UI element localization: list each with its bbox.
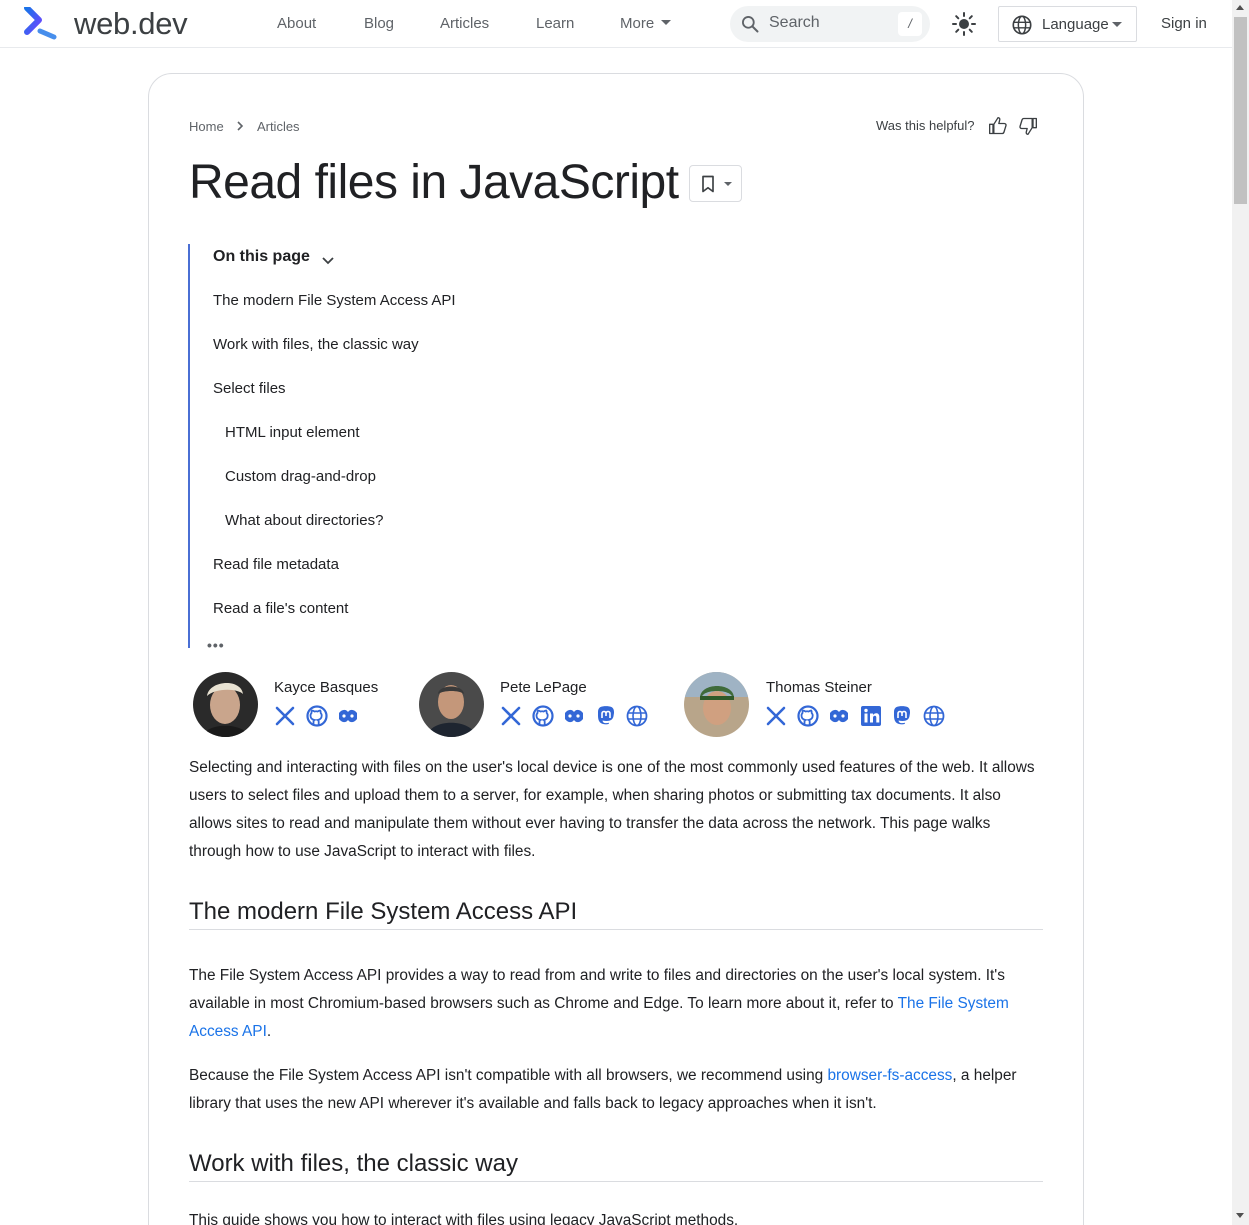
nav-blog[interactable]: Blog (364, 15, 394, 32)
scroll-thumb[interactable] (1234, 17, 1247, 204)
bookmark-icon (702, 175, 714, 193)
toc-item-directories[interactable]: What about directories? (225, 512, 383, 529)
chevron-down-icon (1112, 22, 1122, 27)
toc-more-button[interactable]: ••• (207, 637, 225, 653)
language-select[interactable]: Language (998, 6, 1137, 42)
nav-learn[interactable]: Learn (536, 15, 574, 32)
chevron-down-icon (724, 182, 732, 186)
search-shortcut-key: / (898, 12, 922, 36)
paragraph-text: Because the File System Access API isn't… (189, 1067, 828, 1084)
toc-heading[interactable]: On this page (213, 248, 310, 266)
heading-divider (189, 929, 1043, 930)
nav-more-label: More (620, 15, 655, 32)
search-input[interactable]: Search / (730, 6, 930, 42)
table-of-contents: On this page The modern File System Acce… (188, 244, 588, 653)
breadcrumb-articles[interactable]: Articles (257, 119, 300, 134)
linkedin-icon[interactable] (860, 705, 882, 727)
x-icon[interactable] (765, 705, 787, 727)
language-label: Language (1042, 16, 1109, 33)
page-title: Read files in JavaScript (189, 156, 679, 209)
top-header: web.dev About Blog Articles Learn More S… (0, 0, 1232, 48)
search-icon (742, 16, 759, 33)
breadcrumb: Home Articles (189, 118, 300, 134)
toc-item-drag-drop[interactable]: Custom drag-and-drop (225, 468, 376, 485)
author-name: Pete LePage (500, 679, 587, 696)
paragraph-text: The File System Access API provides a wa… (189, 967, 1005, 1012)
globe-icon (1012, 15, 1032, 35)
sign-in-button[interactable]: Sign in (1161, 15, 1207, 32)
x-icon[interactable] (500, 705, 522, 727)
avatar[interactable] (419, 672, 484, 737)
glitch-icon[interactable] (828, 705, 850, 727)
bookmark-button[interactable] (689, 165, 742, 202)
mastodon-icon[interactable] (595, 705, 617, 727)
author-name: Thomas Steiner (766, 679, 872, 696)
toc-item-file-system-access[interactable]: The modern File System Access API (213, 292, 456, 309)
x-icon[interactable] (274, 705, 296, 727)
feedback-question: Was this helpful? (876, 118, 975, 133)
chevron-down-icon[interactable] (321, 254, 335, 268)
glitch-icon[interactable] (563, 705, 585, 727)
paragraph-text: . (266, 1023, 272, 1040)
intro-paragraph: Selecting and interacting with files on … (189, 759, 1035, 860)
nav-about[interactable]: About (277, 15, 316, 32)
globe-icon[interactable] (923, 705, 945, 727)
thumb-up-icon[interactable] (988, 116, 1008, 136)
avatar[interactable] (193, 672, 258, 737)
chevron-down-icon (661, 20, 672, 25)
site-name[interactable]: web.dev (74, 6, 188, 42)
paragraph-classic-intro: This guide shows you how to interact wit… (189, 1212, 739, 1225)
github-icon[interactable] (531, 705, 554, 727)
globe-icon[interactable] (626, 705, 648, 727)
web-dev-logo[interactable] (24, 7, 58, 41)
toc-item-metadata[interactable]: Read file metadata (213, 556, 339, 573)
scroll-down-arrow-icon[interactable] (1236, 1213, 1244, 1218)
toc-item-classic-way[interactable]: Work with files, the classic way (213, 336, 419, 353)
paragraph-file-system-access: The File System Access API provides a wa… (189, 962, 1045, 1046)
search-placeholder: Search (769, 14, 820, 31)
scroll-up-arrow-icon[interactable] (1236, 5, 1244, 10)
theme-toggle-icon[interactable] (950, 10, 978, 38)
author-name: Kayce Basques (274, 679, 379, 696)
heading-file-system-access: The modern File System Access API (189, 898, 578, 925)
thumb-down-icon[interactable] (1018, 116, 1038, 136)
nav-articles[interactable]: Articles (440, 15, 489, 32)
avatar[interactable] (684, 672, 749, 737)
glitch-icon[interactable] (337, 705, 359, 727)
scrollbar[interactable] (1232, 0, 1249, 1225)
heading-classic-way: Work with files, the classic way (189, 1150, 518, 1177)
nav-more[interactable]: More (620, 15, 672, 32)
paragraph-browser-fs-access: Because the File System Access API isn't… (189, 1062, 1045, 1118)
chevron-right-icon (235, 119, 245, 134)
toc-item-select-files[interactable]: Select files (213, 380, 286, 397)
github-icon[interactable] (796, 705, 819, 727)
toc-item-html-input[interactable]: HTML input element (225, 424, 360, 441)
github-icon[interactable] (305, 705, 328, 727)
mastodon-icon[interactable] (891, 705, 913, 727)
toc-item-read-content[interactable]: Read a file's content (213, 600, 348, 617)
link-browser-fs-access[interactable]: browser-fs-access (828, 1067, 953, 1084)
breadcrumb-home[interactable]: Home (189, 119, 224, 134)
heading-divider (189, 1181, 1043, 1182)
